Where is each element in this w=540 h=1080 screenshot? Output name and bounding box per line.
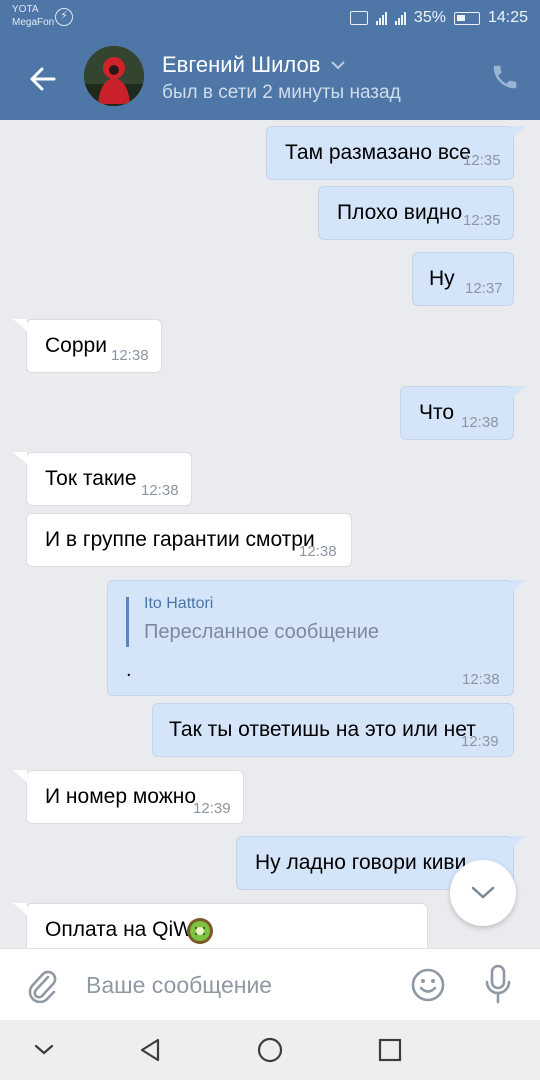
battery-icon (453, 11, 480, 25)
battery-percent: 35% (413, 9, 446, 26)
bubble-tail (512, 580, 526, 592)
message-outgoing[interactable]: Плохо видно 12:35 (318, 186, 514, 240)
carrier-names: YOTA MegaFon (12, 3, 54, 29)
contact-name-row[interactable]: Евгений Шилов (162, 52, 346, 78)
carrier-2: MegaFon (12, 17, 55, 28)
forward-quote-bar (126, 597, 129, 647)
message-text: Ну (429, 267, 455, 290)
message-time: 12:38 (111, 347, 149, 364)
nav-hide-icon[interactable] (28, 1034, 60, 1066)
message-incoming[interactable]: И в группе гарантии смотри 12:38 (26, 513, 352, 567)
bubble-tail (13, 903, 27, 915)
message-time: 12:37 (465, 280, 503, 297)
message-list[interactable]: Там размазано все 12:35 Плохо видно 12:3… (0, 120, 540, 948)
scroll-to-bottom-button[interactable] (450, 860, 516, 926)
message-text: Что (419, 401, 455, 424)
smiley-icon[interactable] (410, 967, 446, 1003)
message-text: И в группе гарантии смотри (45, 528, 315, 551)
message-incoming[interactable]: И номер можно 12:39 (26, 770, 244, 824)
chevron-down-icon (471, 886, 495, 899)
status-icons: 35% 14:25 (349, 8, 528, 28)
avatar[interactable] (84, 46, 144, 106)
bubble-tail (13, 770, 27, 782)
nav-recents-icon[interactable] (374, 1034, 406, 1066)
message-time: 12:39 (461, 733, 499, 750)
microphone-icon[interactable] (482, 963, 514, 1005)
message-text: Ну ладно говори киви (255, 851, 467, 874)
message-incoming[interactable]: Ток такие 12:38 (26, 452, 192, 506)
forward-author[interactable]: Ito Hattori (144, 595, 213, 613)
message-composer (0, 948, 540, 1020)
bubble-tail (13, 452, 27, 464)
chat-header: Евгений Шилов был в сети 2 минуты назад (0, 36, 540, 120)
message-outgoing[interactable]: Там размазано все 12:35 (266, 126, 514, 180)
nav-home-icon[interactable] (254, 1034, 286, 1066)
message-time: 12:35 (463, 152, 501, 169)
message-text: Оплата на QiWi (45, 918, 198, 941)
clock: 14:25 (487, 9, 528, 26)
message-time: 12:38 (462, 671, 500, 688)
top-bar: YOTA MegaFon ⚡ 35% 14:25 Евгений Шилов б… (0, 0, 540, 120)
message-text: Там размазано все (285, 141, 471, 164)
message-text: Так ты ответишь на это или нет (169, 718, 476, 741)
chevron-down-icon (331, 61, 346, 70)
system-nav-bar (0, 1020, 540, 1080)
message-incoming[interactable]: Оплата на QiWi (26, 903, 428, 948)
bubble-tail (512, 126, 526, 138)
message-outgoing[interactable]: Так ты ответишь на это или нет 12:39 (152, 703, 514, 757)
signal-icon-1 (375, 11, 387, 25)
message-text: . (126, 659, 132, 681)
status-bar: YOTA MegaFon ⚡ 35% 14:25 (0, 0, 540, 36)
last-seen-status: был в сети 2 минуты назад (162, 82, 401, 103)
message-time: 12:38 (141, 482, 179, 499)
message-text: И номер можно (45, 785, 197, 808)
message-outgoing[interactable]: Что 12:38 (400, 386, 514, 440)
message-text: Ток такие (45, 467, 137, 490)
nav-back-icon[interactable] (134, 1034, 166, 1066)
message-time: 12:38 (461, 414, 499, 431)
bubble-tail (13, 319, 27, 331)
message-input[interactable] (86, 969, 386, 1001)
back-arrow-icon[interactable] (26, 62, 60, 96)
carrier-1: YOTA (12, 4, 39, 15)
message-time: 12:39 (193, 800, 231, 817)
message-outgoing-forwarded[interactable]: Ito Hattori Пересланное сообщение . 12:3… (107, 580, 514, 696)
bubble-tail (512, 836, 526, 848)
message-time: 12:35 (463, 212, 501, 229)
message-outgoing[interactable]: Ну 12:37 (412, 252, 514, 306)
vibrate-icon (349, 11, 368, 25)
forward-label: Пересланное сообщение (144, 621, 380, 643)
message-incoming[interactable]: Сорри 12:38 (26, 319, 162, 373)
bubble-tail (512, 386, 526, 398)
signal-icon-2 (394, 11, 406, 25)
message-text: Плохо видно (337, 201, 463, 224)
paperclip-icon[interactable] (24, 967, 60, 1003)
message-text: Сорри (45, 334, 107, 357)
message-time: 12:38 (299, 543, 337, 560)
contact-name: Евгений Шилов (162, 52, 321, 77)
kiwi-emoji-icon (187, 918, 213, 944)
fast-charge-icon: ⚡ (55, 8, 73, 26)
phone-icon[interactable] (490, 62, 520, 92)
